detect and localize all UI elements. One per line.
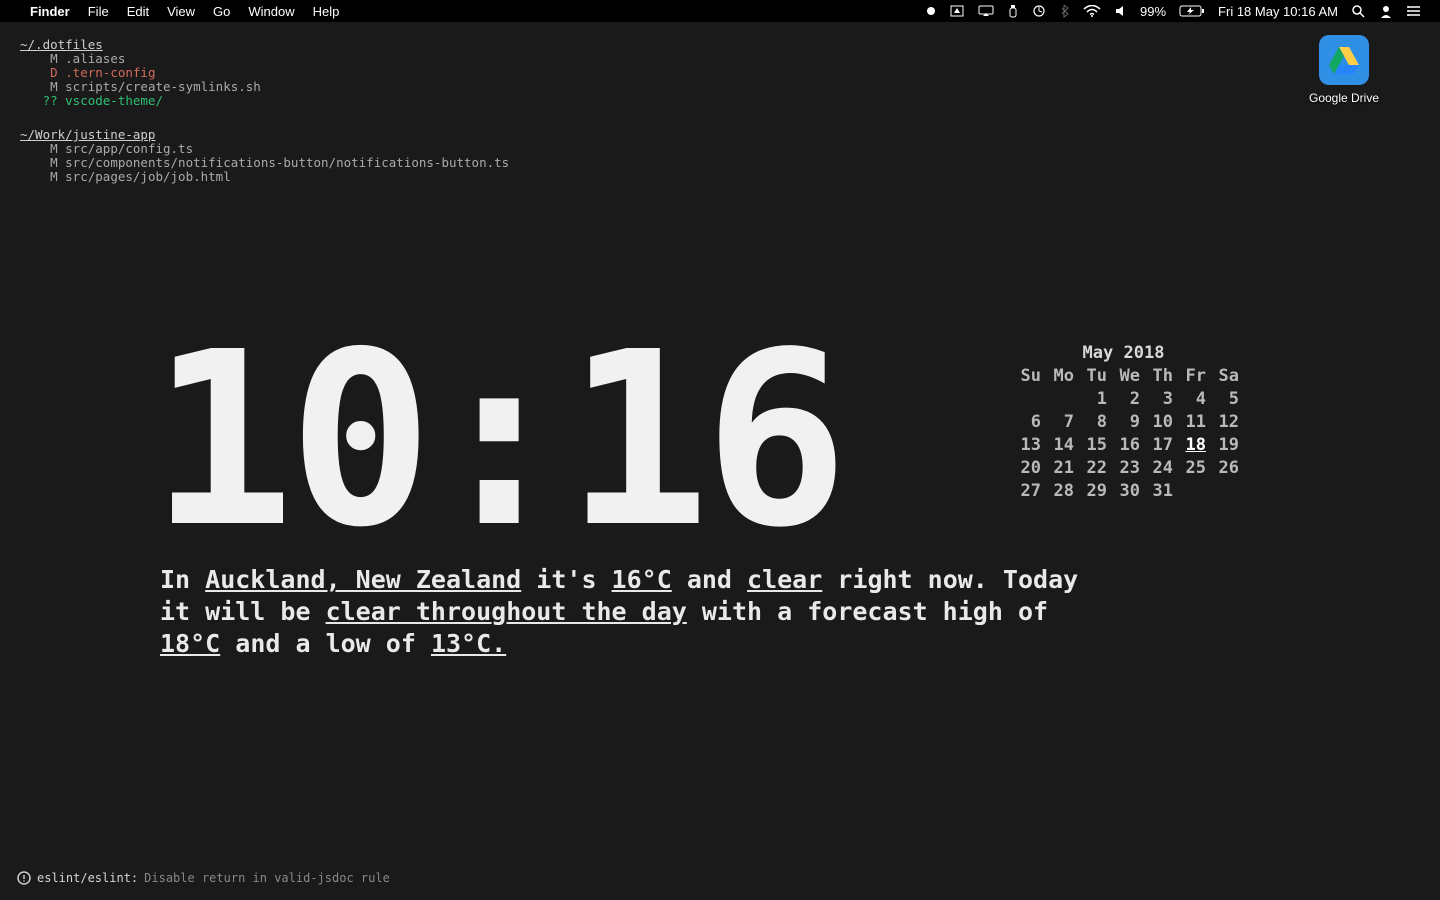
weather-widget: In Auckland, New Zealand it's 16°C and c… bbox=[160, 564, 1100, 660]
issue-icon bbox=[17, 871, 31, 885]
desktop-icon-google-drive[interactable]: Google Drive bbox=[1296, 35, 1392, 105]
battery-icon[interactable] bbox=[1172, 5, 1212, 17]
weather-forecast: clear throughout the day bbox=[326, 597, 687, 626]
battery-percent[interactable]: 99% bbox=[1134, 4, 1172, 19]
menu-help[interactable]: Help bbox=[304, 4, 349, 19]
bluetooth-icon[interactable] bbox=[1053, 4, 1076, 18]
calendar-widget: May 2018SuMoTuWeThFrSa123456789101112131… bbox=[1008, 342, 1239, 503]
weather-location: Auckland, New Zealand bbox=[205, 565, 521, 594]
menu-edit[interactable]: Edit bbox=[118, 4, 158, 19]
git-status-widget: ~/.dotfiles M .aliases D .tern-config M … bbox=[20, 32, 509, 184]
user-icon[interactable] bbox=[1372, 4, 1400, 18]
weather-condition: clear bbox=[747, 565, 822, 594]
menu-window[interactable]: Window bbox=[239, 4, 303, 19]
weather-low: 13°C. bbox=[431, 629, 506, 658]
record-icon[interactable] bbox=[919, 6, 943, 16]
wifi-icon[interactable] bbox=[1076, 5, 1108, 17]
airplay-icon[interactable] bbox=[971, 5, 1001, 17]
menubar-datetime[interactable]: Fri 18 May 10:16 AM bbox=[1212, 4, 1344, 19]
issue-title: Disable return in valid-jsdoc rule bbox=[144, 871, 390, 885]
github-issue-widget: eslint/eslint: Disable return in valid-j… bbox=[17, 871, 390, 885]
menu-go[interactable]: Go bbox=[204, 4, 239, 19]
weather-high: 18°C bbox=[160, 629, 220, 658]
issue-repo: eslint/eslint: bbox=[37, 871, 138, 885]
menubar: Finder File Edit View Go Window Help 99%… bbox=[0, 0, 1440, 22]
volume-icon[interactable] bbox=[1108, 5, 1134, 17]
menu-file[interactable]: File bbox=[79, 4, 118, 19]
menu-view[interactable]: View bbox=[158, 4, 204, 19]
sync-icon[interactable] bbox=[1025, 4, 1053, 18]
desktop-icon-label: Google Drive bbox=[1296, 91, 1392, 105]
weather-temp: 16°C bbox=[612, 565, 672, 594]
clock-widget: 10:16 bbox=[150, 320, 842, 560]
usb-icon[interactable] bbox=[1001, 4, 1025, 18]
app-menu[interactable]: Finder bbox=[21, 4, 79, 19]
spotlight-icon[interactable] bbox=[1344, 4, 1372, 18]
triangle-icon[interactable] bbox=[943, 5, 971, 17]
google-drive-icon bbox=[1319, 35, 1369, 85]
notification-center-icon[interactable] bbox=[1400, 5, 1428, 17]
